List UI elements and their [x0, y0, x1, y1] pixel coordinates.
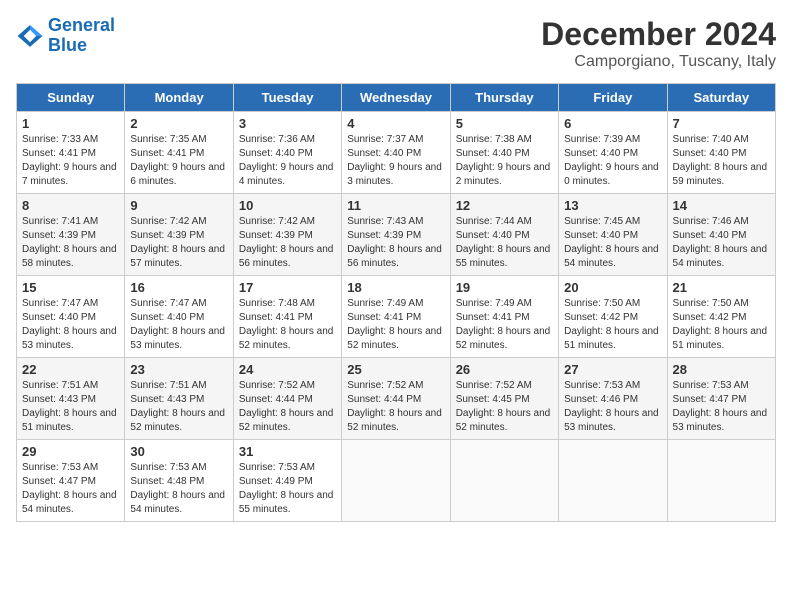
logo-icon [16, 22, 44, 50]
day-17: 17 Sunrise: 7:48 AMSunset: 4:41 PMDaylig… [233, 276, 341, 358]
day-16: 16 Sunrise: 7:47 AMSunset: 4:40 PMDaylig… [125, 276, 233, 358]
header-tuesday: Tuesday [233, 84, 341, 112]
day-8: 8 Sunrise: 7:41 AMSunset: 4:39 PMDayligh… [17, 194, 125, 276]
table-row: 22 Sunrise: 7:51 AMSunset: 4:43 PMDaylig… [17, 358, 776, 440]
page-header: General Blue December 2024 Camporgiano, … [16, 16, 776, 71]
header-sunday: Sunday [17, 84, 125, 112]
empty-cell [450, 440, 558, 522]
empty-cell [559, 440, 667, 522]
day-24: 24 Sunrise: 7:52 AMSunset: 4:44 PMDaylig… [233, 358, 341, 440]
title-block: December 2024 Camporgiano, Tuscany, Ital… [541, 16, 776, 71]
day-10: 10 Sunrise: 7:42 AMSunset: 4:39 PMDaylig… [233, 194, 341, 276]
empty-cell [342, 440, 450, 522]
day-6: 6 Sunrise: 7:39 AMSunset: 4:40 PMDayligh… [559, 112, 667, 194]
logo-text: General Blue [48, 16, 115, 56]
day-2: 2 Sunrise: 7:35 AMSunset: 4:41 PMDayligh… [125, 112, 233, 194]
day-22: 22 Sunrise: 7:51 AMSunset: 4:43 PMDaylig… [17, 358, 125, 440]
day-20: 20 Sunrise: 7:50 AMSunset: 4:42 PMDaylig… [559, 276, 667, 358]
day-11: 11 Sunrise: 7:43 AMSunset: 4:39 PMDaylig… [342, 194, 450, 276]
header-thursday: Thursday [450, 84, 558, 112]
day-12: 12 Sunrise: 7:44 AMSunset: 4:40 PMDaylig… [450, 194, 558, 276]
day-21: 21 Sunrise: 7:50 AMSunset: 4:42 PMDaylig… [667, 276, 775, 358]
table-row: 29 Sunrise: 7:53 AMSunset: 4:47 PMDaylig… [17, 440, 776, 522]
day-9: 9 Sunrise: 7:42 AMSunset: 4:39 PMDayligh… [125, 194, 233, 276]
header-wednesday: Wednesday [342, 84, 450, 112]
header-friday: Friday [559, 84, 667, 112]
day-31: 31 Sunrise: 7:53 AMSunset: 4:49 PMDaylig… [233, 440, 341, 522]
weekday-header-row: Sunday Monday Tuesday Wednesday Thursday… [17, 84, 776, 112]
day-25: 25 Sunrise: 7:52 AMSunset: 4:44 PMDaylig… [342, 358, 450, 440]
day-3: 3 Sunrise: 7:36 AMSunset: 4:40 PMDayligh… [233, 112, 341, 194]
day-19: 19 Sunrise: 7:49 AMSunset: 4:41 PMDaylig… [450, 276, 558, 358]
day-13: 13 Sunrise: 7:45 AMSunset: 4:40 PMDaylig… [559, 194, 667, 276]
table-row: 8 Sunrise: 7:41 AMSunset: 4:39 PMDayligh… [17, 194, 776, 276]
table-row: 15 Sunrise: 7:47 AMSunset: 4:40 PMDaylig… [17, 276, 776, 358]
day-4: 4 Sunrise: 7:37 AMSunset: 4:40 PMDayligh… [342, 112, 450, 194]
logo-line2: Blue [48, 35, 87, 55]
calendar-subtitle: Camporgiano, Tuscany, Italy [541, 53, 776, 71]
day-30: 30 Sunrise: 7:53 AMSunset: 4:48 PMDaylig… [125, 440, 233, 522]
day-7: 7 Sunrise: 7:40 AMSunset: 4:40 PMDayligh… [667, 112, 775, 194]
empty-cell [667, 440, 775, 522]
day-1: 1 Sunrise: 7:33 AMSunset: 4:41 PMDayligh… [17, 112, 125, 194]
day-23: 23 Sunrise: 7:51 AMSunset: 4:43 PMDaylig… [125, 358, 233, 440]
day-15: 15 Sunrise: 7:47 AMSunset: 4:40 PMDaylig… [17, 276, 125, 358]
header-saturday: Saturday [667, 84, 775, 112]
day-18: 18 Sunrise: 7:49 AMSunset: 4:41 PMDaylig… [342, 276, 450, 358]
logo: General Blue [16, 16, 115, 56]
logo-line1: General [48, 15, 115, 35]
table-row: 1 Sunrise: 7:33 AMSunset: 4:41 PMDayligh… [17, 112, 776, 194]
calendar-title: December 2024 [541, 16, 776, 53]
day-14: 14 Sunrise: 7:46 AMSunset: 4:40 PMDaylig… [667, 194, 775, 276]
calendar-table: Sunday Monday Tuesday Wednesday Thursday… [16, 83, 776, 522]
day-26: 26 Sunrise: 7:52 AMSunset: 4:45 PMDaylig… [450, 358, 558, 440]
day-28: 28 Sunrise: 7:53 AMSunset: 4:47 PMDaylig… [667, 358, 775, 440]
day-5: 5 Sunrise: 7:38 AMSunset: 4:40 PMDayligh… [450, 112, 558, 194]
day-29: 29 Sunrise: 7:53 AMSunset: 4:47 PMDaylig… [17, 440, 125, 522]
day-27: 27 Sunrise: 7:53 AMSunset: 4:46 PMDaylig… [559, 358, 667, 440]
header-monday: Monday [125, 84, 233, 112]
